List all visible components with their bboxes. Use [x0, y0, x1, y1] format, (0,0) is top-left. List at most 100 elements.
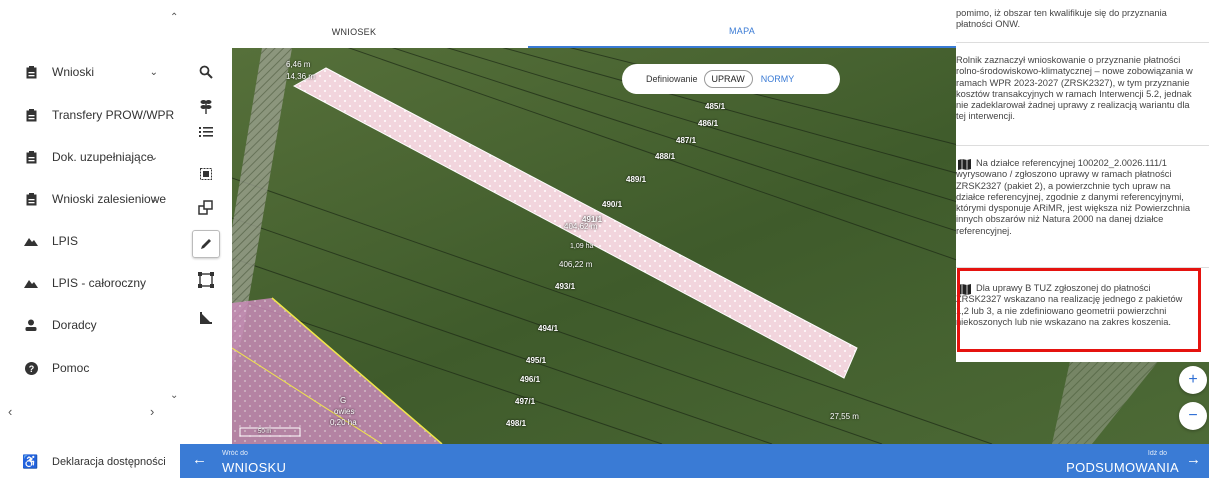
chevron-down-icon: ⌄ — [149, 193, 158, 205]
back-label: WNIOSKU — [222, 460, 287, 475]
svg-text:?: ? — [28, 364, 34, 374]
back-button[interactable]: ← Wróć do WNIOSKU — [180, 444, 380, 478]
sidebar-item-label: Dok. uzupełniające — [52, 150, 154, 164]
toggle-option-upraw[interactable]: UPRAW — [703, 70, 753, 88]
message-text: pomimo, iż obszar ten kwalifikuje się do… — [956, 8, 1167, 30]
plus-icon: + — [1188, 371, 1198, 388]
sidebar-item-label: LPIS - całoroczny — [52, 276, 147, 290]
sidebar-item-doradcy[interactable]: Doradcy — [0, 307, 172, 343]
next-caption: Idź do — [1147, 450, 1167, 457]
divider — [956, 42, 1209, 43]
list-icon — [199, 127, 213, 137]
parcel-label: 485/1 — [705, 102, 726, 111]
measure-label: 6,46 m — [286, 60, 311, 69]
measure-angle-icon — [200, 312, 212, 324]
measure-label: 404,62 m — [564, 222, 598, 231]
parcel-label: 494/1 — [538, 324, 559, 333]
sidebar-item-label: Pomoc — [52, 361, 90, 375]
plot-crop-label: owies — [334, 407, 355, 416]
chevron-down-icon: ⌄ — [149, 151, 158, 163]
sidebar-item-wnioski[interactable]: Wnioski ⌄ — [0, 54, 172, 90]
measure-label: 27,55 m — [830, 412, 859, 421]
back-caption: Wróć do — [222, 450, 248, 457]
person-icon — [24, 318, 38, 332]
message-item: Na działce referencyjnej 100202_2.0026.1… — [956, 158, 1209, 237]
sidebar: ⌃ Wnioski ⌄ Transfery PROW/WPR Dok. uzup… — [0, 0, 180, 478]
plot-code-label: G — [340, 396, 347, 405]
message-item: Rolnik zaznaczył wnioskowanie o przyznan… — [956, 55, 1209, 123]
map-toolbar — [180, 48, 232, 444]
sidebar-item-lpis[interactable]: LPIS — [0, 223, 172, 259]
definition-mode-toggle: Definiowanie UPRAW NORMY — [622, 64, 840, 94]
rectangle-tool[interactable] — [192, 266, 220, 294]
toggle-option-normy[interactable]: NORMY — [755, 74, 801, 84]
parcel-label: 496/1 — [520, 375, 541, 384]
message-item: pomimo, iż obszar ten kwalifikuje się do… — [956, 8, 1209, 31]
parcel-label: 486/1 — [698, 119, 719, 128]
accessibility-label: Deklaracja dostępności — [52, 456, 166, 468]
terrain-icon — [24, 276, 38, 290]
rectangle-select-icon — [198, 272, 214, 288]
select-area-tool[interactable] — [192, 160, 220, 188]
select-area-icon — [200, 168, 212, 180]
plot-area-label: 0,20 ha — [330, 418, 357, 427]
parcel-label: 487/1 — [676, 136, 697, 145]
parcel-label: 490/1 — [602, 200, 623, 209]
parcel-label: 493/1 — [555, 282, 576, 291]
accessibility-declaration-link[interactable]: ♿ Deklaracja dostępności — [0, 446, 180, 478]
toggle-prefix: Definiowanie — [646, 74, 698, 84]
highlight-box — [957, 268, 1201, 352]
list-tool[interactable] — [192, 118, 220, 146]
sidebar-item-dok-uzupelniajace[interactable]: Dok. uzupełniające ⌄ — [0, 139, 172, 175]
parcel-label: 495/1 — [526, 356, 547, 365]
sidebar-item-pomoc[interactable]: ? Pomoc — [0, 350, 172, 386]
tab-mapa[interactable]: MAPA — [528, 16, 956, 48]
help-icon: ? — [24, 361, 38, 375]
tab-bar: WNIOSEK MAPA — [180, 16, 956, 48]
sidebar-item-label: Wnioski — [52, 65, 95, 79]
arrow-left-icon: ← — [192, 451, 207, 468]
scroll-left-icon[interactable]: ‹ — [8, 404, 12, 419]
measure-label: 14,36 m — [286, 72, 315, 81]
parcel-label: 497/1 — [515, 397, 536, 406]
parcel-label: 488/1 — [655, 152, 676, 161]
search-tool[interactable] — [192, 58, 220, 86]
sidebar-item-label: Doradcy — [52, 318, 97, 332]
document-icon — [24, 192, 38, 206]
minus-icon: − — [1188, 407, 1198, 424]
divider — [956, 145, 1209, 146]
map-icon — [958, 157, 971, 175]
plant-tool[interactable] — [192, 92, 220, 120]
chevron-down-icon: ⌄ — [149, 66, 158, 78]
bottom-navigation: ← Wróć do WNIOSKU Idź do PODSUMOWANIA → — [180, 444, 1209, 478]
document-icon — [24, 65, 38, 79]
tab-wniosek[interactable]: WNIOSEK — [180, 16, 528, 48]
zoom-in-button[interactable]: + — [1179, 366, 1207, 394]
scroll-down-icon[interactable]: ⌄ — [170, 390, 178, 401]
area-label: 1,09 ha — [570, 243, 594, 250]
pencil-icon — [201, 239, 211, 249]
scroll-up-icon[interactable]: ⌃ — [170, 12, 178, 23]
sidebar-item-transfery[interactable]: Transfery PROW/WPR — [0, 97, 175, 133]
next-button[interactable]: Idź do PODSUMOWANIA → — [1009, 444, 1209, 478]
search-icon — [199, 65, 213, 79]
parcel-label: 498/1 — [506, 419, 527, 428]
sidebar-item-lpis-caloroczny[interactable]: LPIS - całoroczny — [0, 265, 172, 301]
zoom-out-button[interactable]: − — [1179, 402, 1207, 430]
sidebar-item-wnioski-zalesieniowe[interactable]: Wnioski zalesieniowe ⌄ — [0, 181, 172, 217]
scroll-right-icon[interactable]: › — [150, 404, 154, 419]
message-text: Rolnik zaznaczył wnioskowanie o przyznan… — [956, 55, 1193, 122]
message-text: Na działce referencyjnej 100202_2.0026.1… — [956, 158, 1191, 236]
document-icon — [24, 150, 38, 164]
copy-shape-tool[interactable] — [192, 194, 220, 222]
scale-label: 50 m — [258, 429, 272, 435]
measure-label: 406,22 m — [559, 260, 593, 269]
plant-icon — [200, 100, 212, 114]
measure-tool[interactable] — [192, 304, 220, 332]
draw-tool[interactable] — [192, 230, 220, 258]
next-label: PODSUMOWANIA — [1066, 460, 1179, 475]
parcel-label: 489/1 — [626, 175, 647, 184]
sidebar-item-label: Transfery PROW/WPR — [52, 108, 175, 122]
terrain-icon — [24, 234, 38, 248]
sidebar-item-label: LPIS — [52, 234, 79, 248]
